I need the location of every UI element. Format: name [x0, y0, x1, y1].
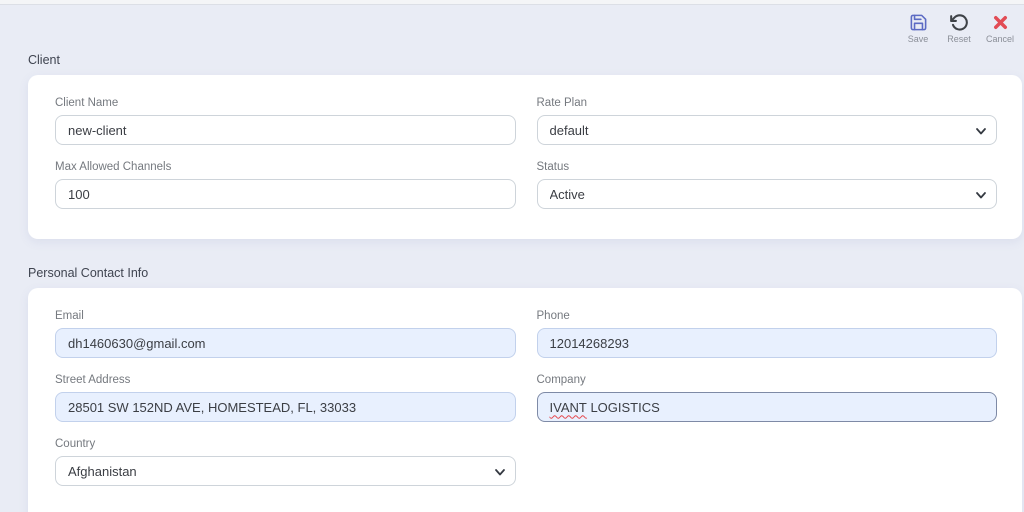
- street-address-field: Street Address: [55, 374, 516, 422]
- client-name-label: Client Name: [55, 97, 119, 109]
- reset-button-label: Reset: [947, 34, 971, 44]
- street-address-label: Street Address: [55, 374, 131, 386]
- reset-rotate-icon: [949, 13, 969, 32]
- status-label: Status: [536, 161, 570, 173]
- page: Save Reset Cancel Client Client Name new…: [0, 0, 1024, 512]
- company-field: Company IVANT LOGISTICS: [536, 374, 997, 422]
- max-allowed-channels-field: Max Allowed Channels: [55, 161, 516, 209]
- contact-card: Email Phone Street Address Company IVANT…: [28, 288, 1022, 512]
- grid-spacer: [537, 438, 998, 486]
- client-section-title: Client: [28, 53, 60, 67]
- client-card: Client Name Rate Plan default Ma: [28, 75, 1022, 239]
- save-button-label: Save: [907, 34, 929, 44]
- rate-plan-field: Rate Plan default: [536, 97, 997, 145]
- email-field: Email: [55, 310, 516, 358]
- cancel-button[interactable]: Cancel: [985, 13, 1015, 44]
- country-select[interactable]: Afghanistan: [55, 456, 516, 486]
- save-floppy-icon: [909, 13, 928, 32]
- phone-field: Phone: [536, 310, 997, 358]
- company-label: Company: [536, 374, 586, 386]
- client-name-input[interactable]: [55, 115, 516, 145]
- phone-label: Phone: [536, 310, 570, 322]
- toolbar: Save Reset Cancel: [903, 13, 1015, 44]
- cancel-x-icon: [991, 13, 1010, 32]
- rate-plan-label: Rate Plan: [536, 97, 588, 109]
- phone-input[interactable]: [536, 328, 997, 358]
- client-name-field: Client Name: [55, 97, 516, 145]
- street-address-input[interactable]: [55, 392, 516, 422]
- cancel-button-label: Cancel: [985, 34, 1014, 44]
- country-label: Country: [55, 438, 96, 450]
- country-field: Country Afghanistan: [55, 438, 516, 486]
- company-misspelled-word: IVANT: [549, 399, 587, 415]
- rate-plan-select[interactable]: default: [536, 115, 997, 145]
- reset-button[interactable]: Reset: [944, 13, 974, 44]
- status-select[interactable]: Active: [536, 179, 997, 209]
- status-field: Status Active: [536, 161, 997, 209]
- company-input[interactable]: IVANT LOGISTICS: [536, 392, 997, 422]
- company-rest-text: LOGISTICS: [586, 399, 660, 415]
- save-button[interactable]: Save: [903, 13, 933, 44]
- max-allowed-channels-input[interactable]: [55, 179, 516, 209]
- max-allowed-channels-label: Max Allowed Channels: [55, 161, 172, 173]
- contact-section-title: Personal Contact Info: [28, 266, 149, 280]
- email-input[interactable]: [55, 328, 516, 358]
- email-label: Email: [55, 310, 84, 322]
